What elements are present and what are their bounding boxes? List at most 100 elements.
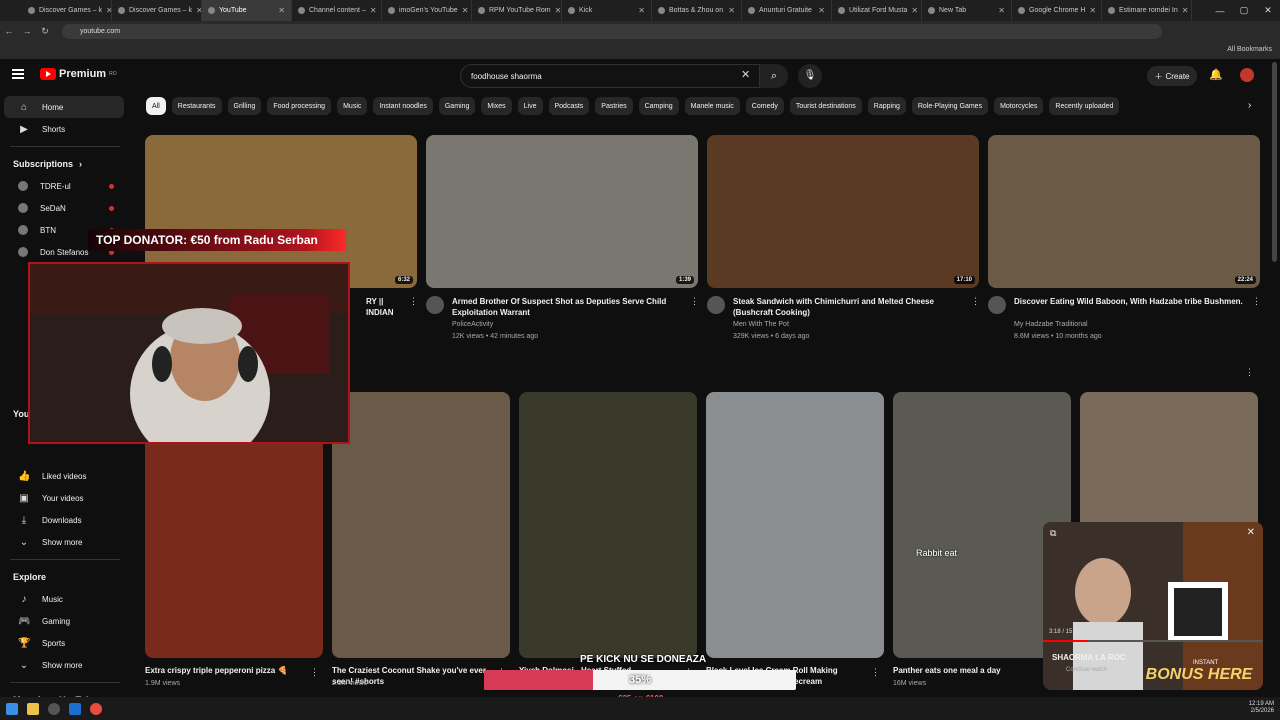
browser-tab[interactable]: Discover Games – k✕ (112, 0, 202, 21)
browser-tab[interactable]: Utilizat Ford Musta ✕ (832, 0, 922, 21)
video-title[interactable]: Armed Brother Of Suspect Shot as Deputie… (452, 296, 682, 318)
mini-player-expand-icon[interactable]: ⧉ (1050, 528, 1056, 539)
short-title[interactable]: Panther eats one meal a day (893, 665, 1053, 676)
short-thumbnail[interactable] (706, 392, 884, 658)
subscription-item[interactable]: SeDaN (4, 197, 124, 219)
sidebar-item[interactable]: ⌄ Show more (4, 531, 124, 553)
filter-chip[interactable]: Grilling (227, 97, 262, 115)
sidebar-item[interactable]: ⌂ Home (4, 96, 124, 118)
filter-chip[interactable]: Role-Playing Games (911, 97, 989, 115)
mini-player-close-icon[interactable]: ✕ (1247, 527, 1255, 538)
maximize-icon[interactable]: ▢ (1232, 5, 1256, 16)
youtube-premium-logo[interactable]: Premium RO (40, 68, 117, 80)
page-scrollbar[interactable] (1272, 62, 1277, 262)
browser-tab[interactable]: Bottas & Zhou on ✕ (652, 0, 742, 21)
channel-name[interactable]: Men With The Pot (733, 321, 789, 328)
steam-icon[interactable] (69, 702, 81, 715)
forward-icon[interactable]: → (18, 26, 36, 36)
notifications-icon[interactable]: 🔔 (1209, 68, 1223, 81)
browser-tab[interactable]: Kick ✕ (562, 0, 652, 21)
filter-chip[interactable]: Podcasts (548, 97, 590, 115)
sidebar-item[interactable]: 🏆 Sports (4, 632, 124, 654)
minimize-icon[interactable]: — (1208, 6, 1232, 16)
browser-tab[interactable]: Discover Games – k✕ (22, 0, 112, 21)
reload-icon[interactable]: ↻ (36, 26, 54, 37)
video-menu-icon[interactable]: ⋮ (971, 296, 980, 307)
browser-tab[interactable]: Anunturi Gratuite ✕ (742, 0, 832, 21)
system-clock[interactable]: 12:19 AM 2/5/2026 (1249, 701, 1274, 715)
tab-close-icon[interactable]: ✕ (818, 6, 825, 15)
browser-tab[interactable]: Channel content – ✕ (292, 0, 382, 21)
subscription-item[interactable]: TDRE-ul (4, 175, 124, 197)
channel-avatar[interactable] (426, 296, 444, 314)
video-title[interactable]: Steak Sandwich with Chimichurri and Melt… (733, 296, 963, 318)
browser-tab[interactable]: imoGen's YouTube ✕ (382, 0, 472, 21)
app-icon[interactable] (48, 702, 60, 715)
filter-chip[interactable]: Motorcycles (994, 97, 1044, 115)
voice-search-button[interactable]: 🎙 (798, 64, 822, 88)
channel-name[interactable]: PoliceActivity (452, 321, 493, 328)
filter-chip[interactable]: Comedy (745, 97, 784, 115)
filter-chip[interactable]: Restaurants (171, 97, 222, 115)
url-field[interactable]: youtube.com (62, 24, 1162, 39)
video-thumbnail[interactable]: 1:39 (426, 135, 698, 288)
filter-chip[interactable]: Camping (638, 97, 679, 115)
tab-close-icon[interactable]: ✕ (1182, 6, 1189, 15)
video-menu-icon[interactable]: ⋮ (690, 296, 699, 307)
short-thumbnail[interactable] (332, 392, 510, 658)
tab-close-icon[interactable]: ✕ (998, 6, 1005, 15)
filter-chip[interactable]: Food processing (267, 97, 332, 115)
filter-chip[interactable]: Manele music (684, 97, 740, 115)
short-menu-icon[interactable]: ⋮ (310, 667, 319, 678)
video-title[interactable]: Discover Eating Wild Baboon, With Hadzab… (1014, 296, 1244, 307)
tab-close-icon[interactable]: ✕ (911, 6, 918, 15)
sidebar-item[interactable]: ⤓ Downloads (4, 509, 124, 531)
short-menu-icon[interactable]: ⋮ (871, 667, 880, 678)
browser-tab[interactable]: New Tab ✕ (922, 0, 1012, 21)
sidebar-item[interactable]: ▣ Your videos (4, 487, 124, 509)
filter-chip[interactable]: Rapping (867, 97, 906, 115)
filter-chip[interactable]: Gaming (438, 97, 476, 115)
sidebar-item[interactable]: ▶ Shorts (4, 118, 124, 140)
file-explorer-icon[interactable] (27, 702, 39, 715)
chips-next-icon[interactable]: › (1248, 100, 1251, 111)
tab-close-icon[interactable]: ✕ (278, 6, 285, 15)
subscriptions-heading[interactable]: Subscriptions › (0, 153, 130, 175)
back-icon[interactable]: ← (0, 26, 18, 36)
video-menu-icon[interactable]: ⋮ (1252, 296, 1261, 307)
short-title[interactable]: Extra crispy triple pepperoni pizza 🍕 (145, 665, 305, 676)
filter-chip[interactable]: Pastries (595, 97, 633, 115)
browser-tab[interactable]: Google Chrome H ✕ (1012, 0, 1102, 21)
create-button[interactable]: ＋ Create (1147, 66, 1197, 86)
video-menu-icon[interactable]: ⋮ (409, 296, 418, 307)
sidebar-item[interactable]: 🎮 Gaming (4, 610, 124, 632)
sidebar-item[interactable]: ♪ Music (4, 588, 124, 610)
browser-tab[interactable]: Estimare romdei In ✕ (1102, 0, 1192, 21)
filter-chip[interactable]: Mixes (481, 97, 512, 115)
filter-chip[interactable]: Live (517, 97, 543, 115)
mini-player[interactable]: ⧉ ✕ 3:18 / 15:39 SHAORMA LA ROC Continue… (1043, 522, 1263, 690)
channel-avatar[interactable] (988, 296, 1006, 314)
channel-avatar[interactable] (707, 296, 725, 314)
tab-close-icon[interactable]: ✕ (370, 6, 377, 15)
video-thumbnail[interactable]: 17:10 (707, 135, 979, 288)
tab-close-icon[interactable]: ✕ (728, 6, 735, 15)
all-bookmarks-button[interactable]: All Bookmarks (1227, 46, 1272, 53)
tab-close-icon[interactable]: ✕ (555, 6, 561, 15)
sidebar-item[interactable]: 👍 Liked videos (4, 465, 124, 487)
video-thumbnail[interactable]: 22:24 (988, 135, 1260, 288)
filter-chip[interactable]: Music (337, 97, 368, 115)
filter-chip[interactable]: All (146, 97, 166, 115)
short-thumbnail[interactable] (519, 392, 697, 658)
tab-close-icon[interactable]: ✕ (1089, 6, 1096, 15)
start-icon[interactable] (6, 702, 18, 715)
tab-close-icon[interactable]: ✕ (638, 6, 645, 15)
filter-chip[interactable]: Recently uploaded (1049, 97, 1120, 115)
filter-chip[interactable]: Instant noodles (373, 97, 433, 115)
chrome-icon[interactable] (90, 702, 102, 715)
shorts-menu-icon[interactable]: ⋮ (1245, 367, 1254, 378)
browser-tab[interactable]: YouTube ✕ (202, 0, 292, 21)
sidebar-item[interactable]: ⌄ Show more (4, 654, 124, 676)
video-title[interactable]: RY || INDIAN (366, 296, 401, 318)
tab-close-icon[interactable]: ✕ (462, 6, 469, 15)
